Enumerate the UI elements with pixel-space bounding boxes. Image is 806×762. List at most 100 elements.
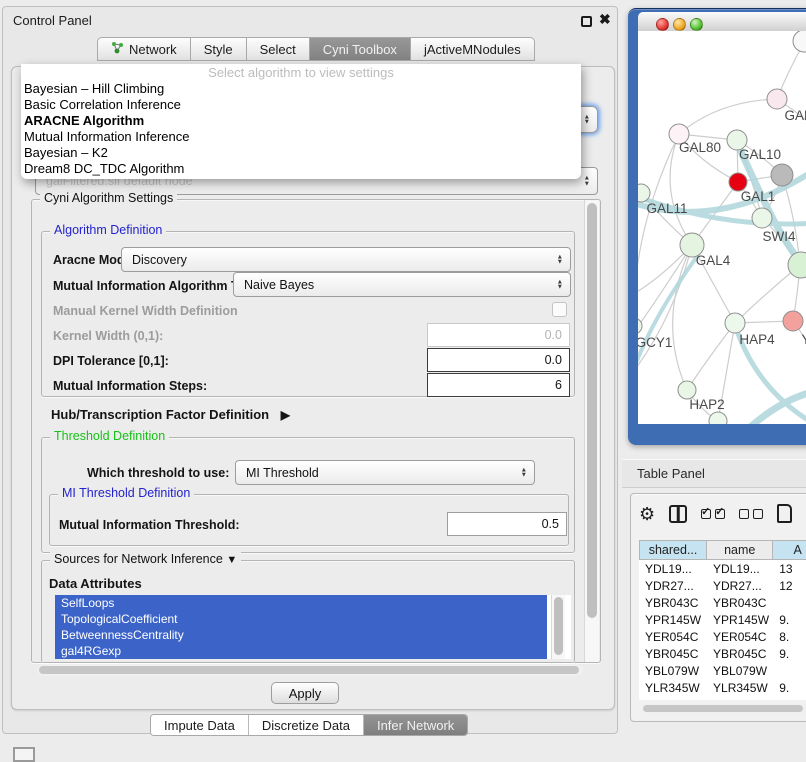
tab-select[interactable]: Select [246, 37, 310, 61]
table-row[interactable]: YPR145WYPR145W9. [639, 611, 806, 628]
network-node[interactable] [709, 412, 727, 424]
node-table[interactable]: shared...nameA YDL19...YDL19...13YDR27..… [639, 540, 806, 700]
data-attributes-list[interactable]: SelfLoopsTopologicalCoefficientBetweenne… [55, 595, 571, 659]
manual-kernel-checkbox[interactable] [552, 302, 567, 317]
algorithm-option-bayesian-k2[interactable]: Bayesian – K2 [21, 145, 581, 161]
apply-button[interactable]: Apply [271, 682, 339, 704]
tab-cyni-toolbox[interactable]: Cyni Toolbox [309, 37, 411, 61]
table-cell: 12 [773, 577, 806, 594]
attribute-item-topologicalcoefficient[interactable]: TopologicalCoefficient [55, 611, 547, 627]
column-header-shared[interactable]: shared... [639, 540, 707, 560]
algorithm-option-aracne-algorithm[interactable]: ARACNE Algorithm [21, 113, 581, 129]
tab-style[interactable]: Style [190, 37, 247, 61]
table-cell: YPR145W [639, 611, 707, 628]
settings-scrollbar[interactable] [584, 200, 599, 662]
data-attributes-label: Data Attributes [49, 576, 142, 591]
dpi-tolerance-label: DPI Tolerance [0,1]: [53, 354, 169, 368]
attribute-item-betweennesscentrality[interactable]: BetweennessCentrality [55, 627, 547, 643]
table-panel-strip: Table Panel [622, 459, 806, 488]
column-header-name[interactable]: name [707, 540, 773, 560]
bottom-tab-infer-network[interactable]: Infer Network [363, 715, 467, 735]
network-canvas[interactable]: GALGAL80GAL10GAL1GAL11SWI4GAL4GCY1HAP4YH… [638, 31, 806, 424]
manual-kernel-label: Manual Kernel Width Definition [53, 304, 238, 318]
screen: Control Panel ✖ NetworkStyleSelectCyni T… [0, 0, 806, 762]
table-row[interactable]: YBL079WYBL079W [639, 662, 806, 679]
hub-definition-expander[interactable]: Hub/Transcription Factor Definition ▶ [51, 407, 290, 422]
close-light[interactable] [656, 18, 669, 31]
attribute-item-selfloops[interactable]: SelfLoops [55, 595, 547, 611]
select-all-icon[interactable] [701, 509, 725, 519]
algorithm-option-mutual-information-inference[interactable]: Mutual Information Inference [21, 129, 581, 145]
table-row[interactable]: YBR043CYBR043C [639, 594, 806, 611]
table-cell: YBL079W [639, 662, 707, 679]
bottom-tab-impute-data[interactable]: Impute Data [151, 715, 248, 735]
table-row[interactable]: YLR345WYLR345W9. [639, 679, 806, 696]
mi-threshold-legend: MI Threshold Definition [58, 486, 194, 500]
network-node[interactable] [752, 208, 772, 228]
table-cell: 13 [773, 560, 806, 577]
column-header-a[interactable]: A [773, 540, 806, 560]
node-label-swi4: SWI4 [762, 229, 795, 244]
table-cell: YIL052C [707, 696, 773, 700]
table-cell: 9. [773, 679, 806, 696]
deselect-all-icon[interactable] [739, 509, 763, 519]
network-node[interactable] [783, 311, 803, 331]
algorithm-option-basic-correlation-inference[interactable]: Basic Correlation Inference [21, 97, 581, 113]
algorithm-dropdown: Select algorithm to view settings Bayesi… [21, 64, 581, 179]
aracne-mode-combobox[interactable]: Discovery ▲▼ [121, 247, 571, 272]
dock-panel-icon[interactable] [13, 747, 35, 762]
settings-hscrollbar[interactable] [37, 664, 583, 676]
network-icon [111, 41, 124, 57]
network-node[interactable] [793, 31, 806, 52]
table-row[interactable]: YIL052CYIL052C9 [639, 696, 806, 700]
mi-steps-field[interactable]: 6 [427, 373, 570, 397]
node-label-gal11: GAL11 [646, 201, 687, 216]
node-label-gal: GAL [784, 108, 806, 123]
table-hscrollbar[interactable] [641, 703, 806, 714]
gear-icon[interactable]: ⚙ [639, 505, 655, 523]
attribute-item-gal4rgexp[interactable]: gal4RGexp [55, 643, 547, 659]
network-node[interactable] [767, 89, 787, 109]
network-node[interactable] [725, 313, 745, 333]
mi-type-combobox[interactable]: Naive Bayes ▲▼ [233, 272, 571, 297]
table-cell: YBR045C [707, 645, 773, 662]
combo-arrows-icon: ▲▼ [584, 114, 590, 125]
network-node[interactable] [638, 318, 642, 334]
table-cell: YBR043C [639, 594, 707, 611]
which-threshold-label: Which threshold to use: [87, 466, 229, 480]
table-row[interactable]: YBR045CYBR045C9. [639, 645, 806, 662]
which-threshold-combobox[interactable]: MI Threshold ▲▼ [235, 460, 535, 485]
tab-network[interactable]: Network [97, 37, 191, 61]
network-node[interactable] [788, 252, 806, 278]
new-table-icon[interactable] [777, 504, 792, 523]
sources-legend[interactable]: Sources for Network Inference ▼ [50, 552, 241, 566]
network-node[interactable] [771, 164, 793, 186]
zoom-light[interactable] [690, 18, 703, 31]
table-cell: YBR043C [707, 594, 773, 611]
split-view-icon[interactable] [669, 505, 687, 523]
table-row[interactable]: YDR27...YDR27...12 [639, 577, 806, 594]
table-row[interactable]: YDL19...YDL19...13 [639, 560, 806, 577]
algorithm-option-bayesian-hill-climbing[interactable]: Bayesian – Hill Climbing [21, 81, 581, 97]
table-cell [773, 594, 806, 611]
table-cell: 9 [773, 696, 806, 700]
mi-threshold-label: Mutual Information Threshold: [59, 518, 240, 532]
cyni-settings-legend: Cyni Algorithm Settings [40, 191, 177, 205]
network-view-window[interactable]: GALGAL80GAL10GAL1GAL11SWI4GAL4GCY1HAP4YH… [628, 8, 806, 445]
dpi-tolerance-field[interactable]: 0.0 [427, 348, 570, 372]
tab-jactivemnodules[interactable]: jActiveMNodules [410, 37, 535, 61]
mi-type-label: Mutual Information Algorithm Type: [53, 279, 263, 293]
combo-arrows-icon: ▲▼ [557, 254, 563, 265]
mi-threshold-field[interactable]: 0.5 [447, 512, 567, 536]
table-row[interactable]: YER054CYER054C8. [639, 628, 806, 645]
table-cell: YLR345W [707, 679, 773, 696]
minimize-light[interactable] [673, 18, 686, 31]
bottom-tab-discretize-data[interactable]: Discretize Data [248, 715, 363, 735]
table-cell: YBR045C [639, 645, 707, 662]
float-window-icon[interactable] [581, 16, 592, 27]
algorithm-option-dream8-dc-tdc-algorithm[interactable]: Dream8 DC_TDC Algorithm [21, 161, 581, 177]
close-icon[interactable]: ✖ [599, 11, 611, 28]
kernel-width-field[interactable]: 0.0 [427, 323, 570, 347]
attributes-scrollbar[interactable] [551, 595, 565, 659]
table-panel: ⚙ shared...nameA YDL19...YDL19...13YDR27… [630, 493, 806, 722]
